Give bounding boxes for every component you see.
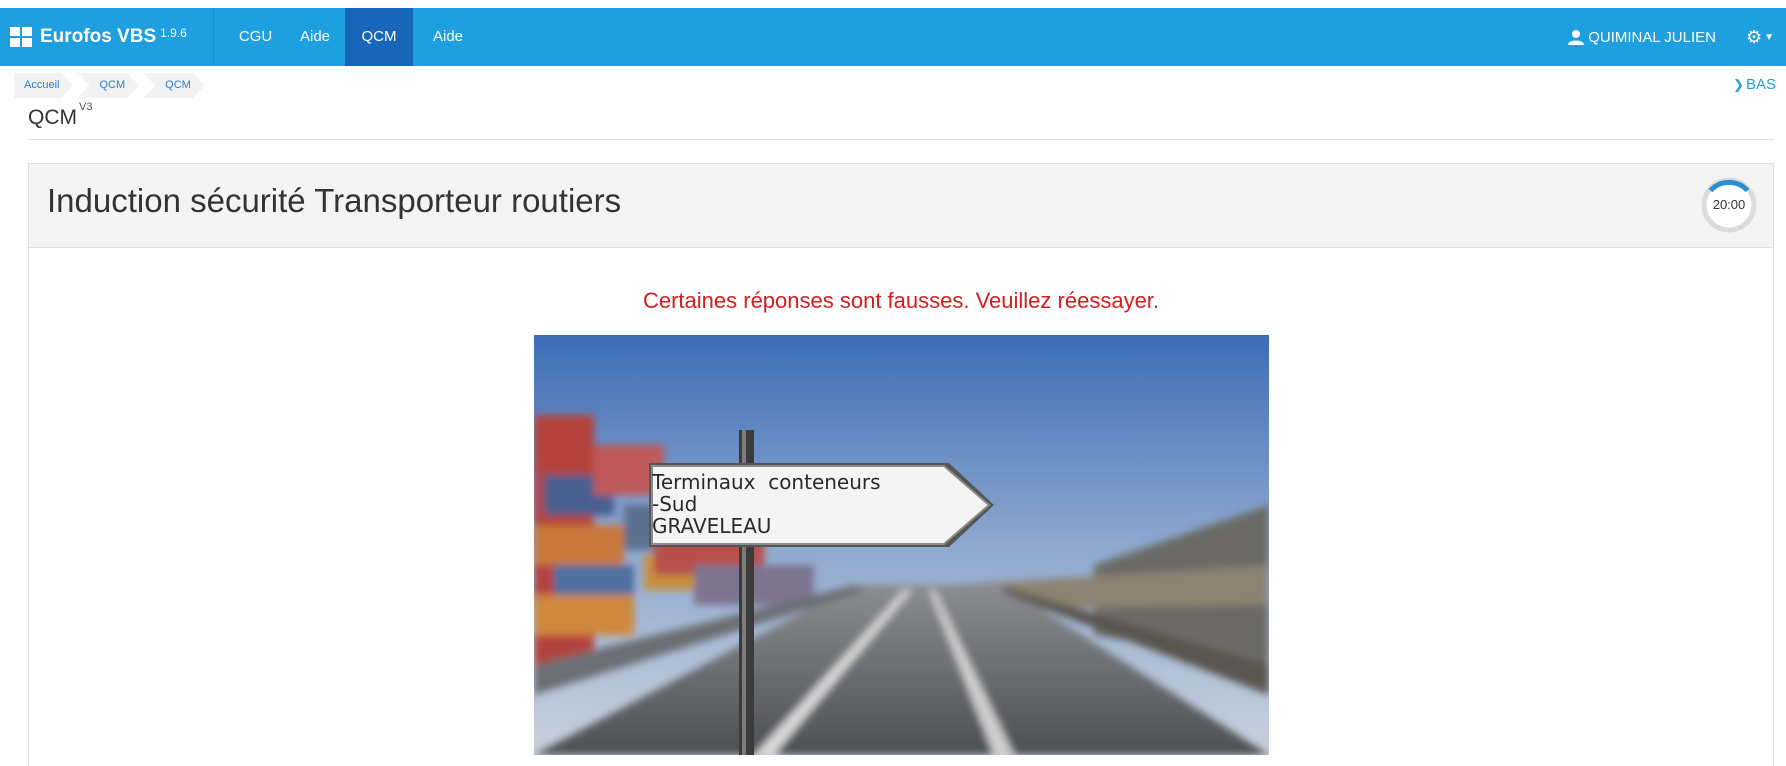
gear-icon: ⚙ — [1745, 26, 1763, 47]
scroll-bottom-label: BAS — [1745, 76, 1776, 93]
breadcrumb-item-qcm-current[interactable]: QCM — [143, 73, 205, 98]
chevron-down-icon: ❯ — [1733, 76, 1744, 92]
page-title: QCM V3 — [28, 101, 92, 130]
nav-item-cgu[interactable]: CGU — [228, 8, 283, 66]
sign-text: Terminaux conteneurs -Sud GRAVELEAU — [652, 471, 881, 537]
sign-line-3: GRAVELEAU — [652, 514, 772, 538]
breadcrumb-item-qcm[interactable]: QCM — [77, 73, 139, 98]
countdown-timer: 20:00 — [1700, 176, 1758, 234]
breadcrumb: Accueil QCM QCM — [14, 73, 209, 98]
quiz-panel: Induction sécurité Transporteur routiers… — [28, 163, 1774, 766]
caret-down-icon: ▼ — [1764, 31, 1774, 43]
app-version: 1.9.6 — [160, 26, 187, 40]
brand-link[interactable]: Eurofos VBS 1.9.6 — [10, 8, 187, 66]
title-divider — [28, 139, 1774, 140]
nav-divider — [213, 8, 214, 66]
settings-menu[interactable]: ⚙ ▼ — [1746, 8, 1774, 66]
windows-grid-icon — [10, 27, 32, 47]
top-strip — [0, 0, 1786, 8]
road-sign-picture — [534, 335, 1269, 755]
nav-item-aide-2[interactable]: Aide — [418, 8, 478, 66]
sign-line-1: Terminaux conteneurs — [652, 470, 881, 494]
breadcrumb-item-accueil[interactable]: Accueil — [14, 73, 73, 98]
scroll-bottom-link[interactable]: ❯ BAS — [1733, 76, 1776, 93]
quiz-title: Induction sécurité Transporteur routiers — [47, 182, 622, 219]
question-image: Terminaux conteneurs -Sud GRAVELEAU — [534, 335, 1269, 755]
app-name: Eurofos VBS — [40, 26, 157, 47]
nav-item-qcm[interactable]: QCM — [345, 8, 413, 66]
timer-value: 20:00 — [1712, 197, 1746, 212]
page-version: V3 — [79, 101, 93, 113]
page-title-text: QCM — [28, 106, 77, 129]
nav-item-aide[interactable]: Aide — [290, 8, 340, 66]
error-message: Certaines réponses sont fausses. Veuille… — [642, 288, 1160, 313]
user-icon — [1568, 30, 1585, 45]
user-menu[interactable]: QUIMINAL JULIEN — [1568, 8, 1716, 66]
navbar: Eurofos VBS 1.9.6 CGU Aide QCM Aide QUIM… — [0, 8, 1786, 66]
sign-line-2: -Sud — [652, 492, 698, 516]
quiz-panel-header: Induction sécurité Transporteur routiers… — [29, 164, 1773, 248]
user-name: QUIMINAL JULIEN — [1588, 28, 1716, 46]
